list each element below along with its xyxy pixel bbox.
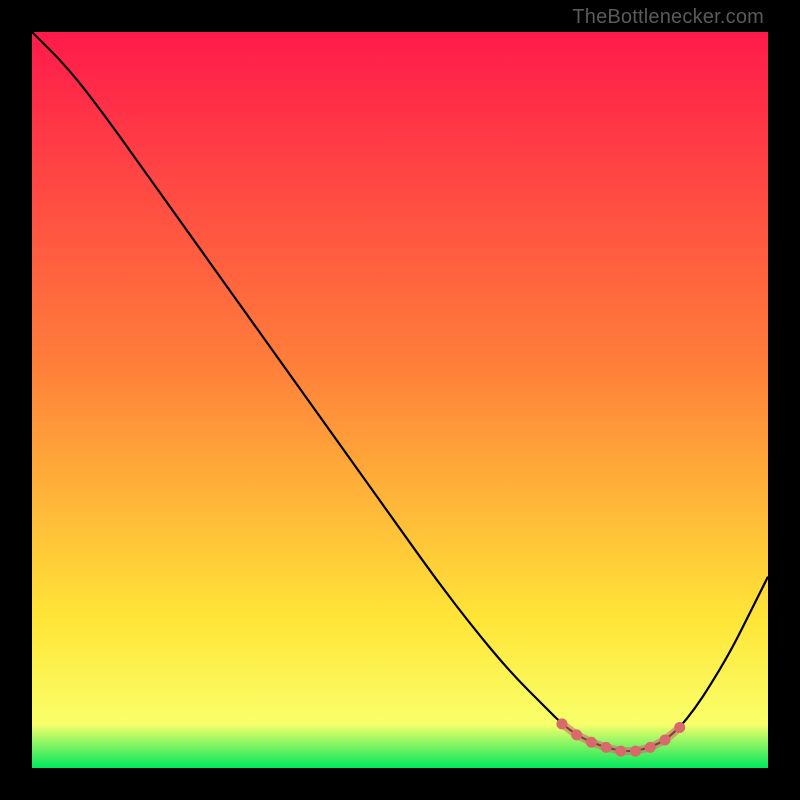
highlight-dot bbox=[630, 746, 641, 757]
highlight-dot bbox=[645, 742, 656, 753]
highlight-dot bbox=[556, 718, 567, 729]
highlight-dot bbox=[674, 722, 685, 733]
highlight-dot bbox=[659, 735, 670, 746]
highlight-dot bbox=[586, 737, 597, 748]
watermark-text: TheBottlenecker.com bbox=[572, 6, 764, 29]
gradient-fill bbox=[32, 32, 768, 768]
page-root: TheBottlenecker.com bbox=[0, 0, 800, 800]
highlight-dot bbox=[571, 729, 582, 740]
chart-plot bbox=[32, 32, 768, 768]
highlight-dot bbox=[601, 742, 612, 753]
highlight-dot bbox=[615, 746, 626, 757]
